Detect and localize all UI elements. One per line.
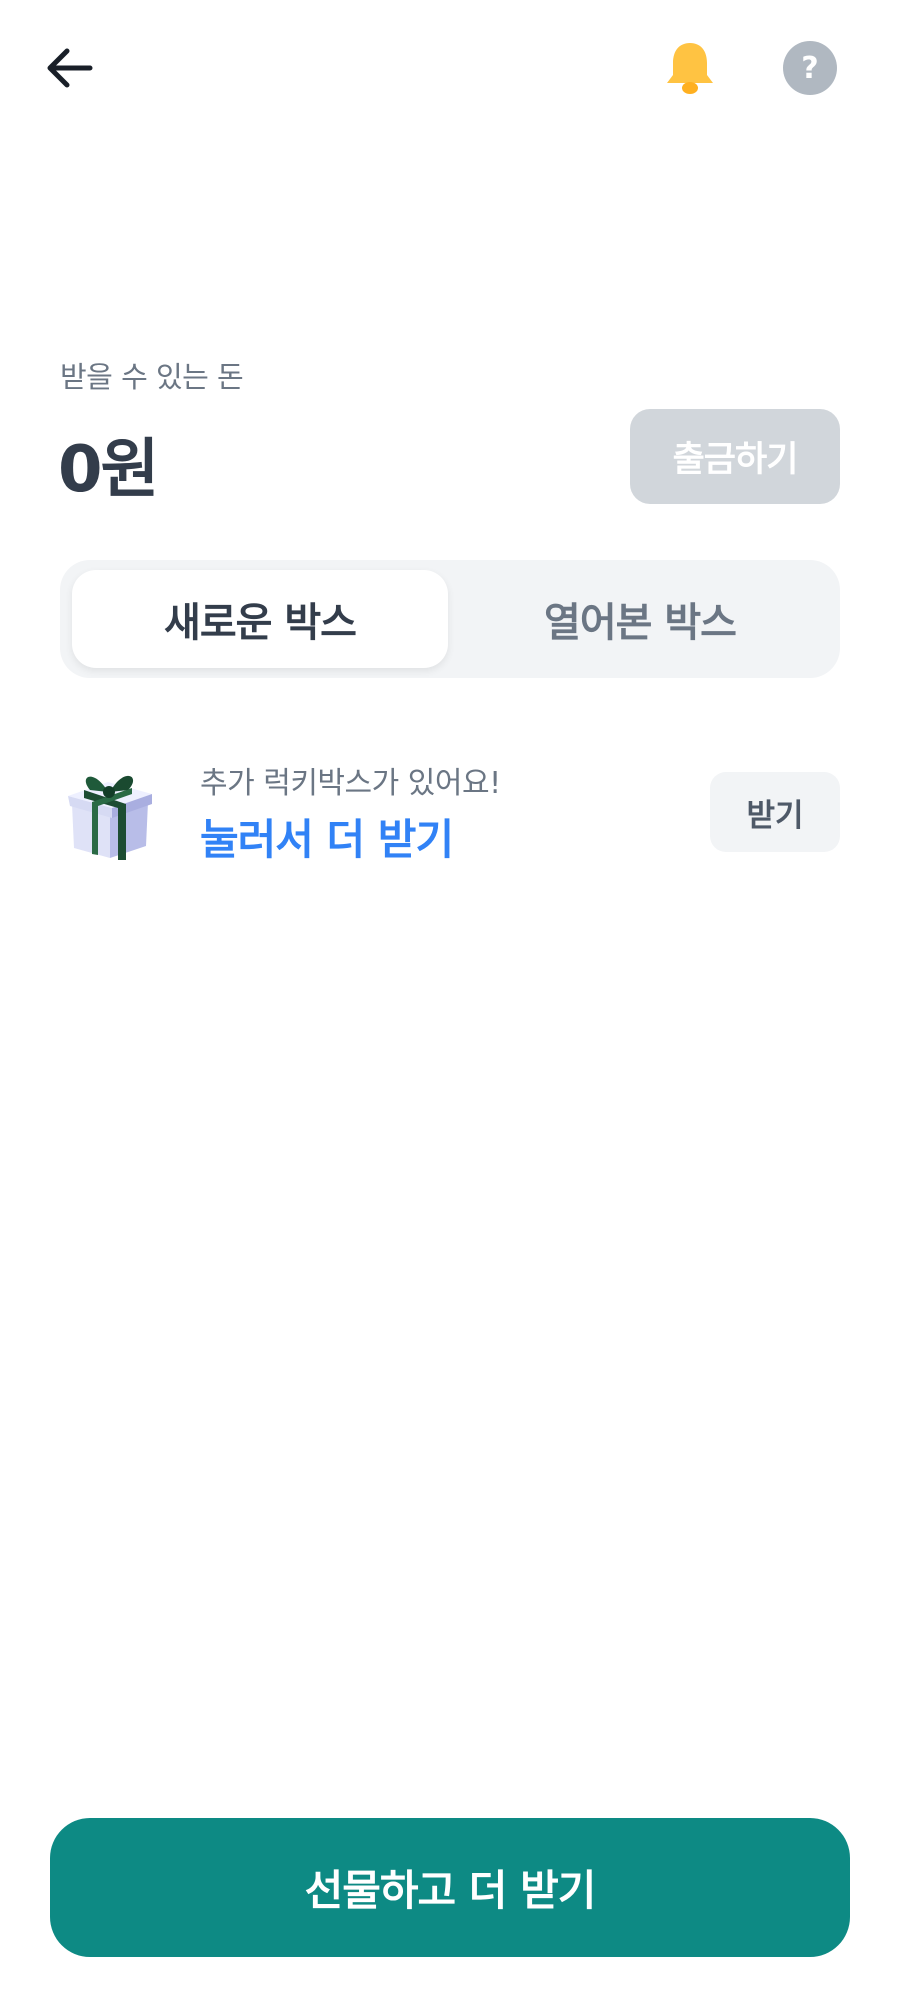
balance-amount: 0원	[58, 433, 159, 507]
arrow-left-icon	[47, 48, 93, 88]
balance-label: 받을 수 있는 돈	[60, 360, 244, 394]
gift-and-get-more-button[interactable]: 선물하고 더 받기	[50, 1818, 850, 1957]
lucky-box-page: ? 받을 수 있는 돈 0원 출금하기 새로운 박스 열어본 박스 추가 럭키박…	[0, 0, 900, 2002]
tab-new-box[interactable]: 새로운 박스	[72, 570, 448, 668]
notification-button[interactable]	[658, 36, 722, 100]
question-circle-icon: ?	[783, 41, 837, 95]
tab-opened-box[interactable]: 열어본 박스	[452, 570, 828, 668]
bell-icon	[667, 43, 713, 94]
gift-box-icon	[68, 775, 152, 860]
withdraw-button[interactable]: 출금하기	[630, 409, 840, 504]
help-button[interactable]: ?	[778, 36, 842, 100]
lucky-box-title: 눌러서 더 받기	[200, 815, 454, 864]
svg-text:?: ?	[801, 51, 818, 86]
back-button[interactable]	[38, 36, 102, 100]
extra-lucky-box-item[interactable]: 추가 럭키박스가 있어요! 눌러서 더 받기 받기	[60, 752, 840, 872]
box-tabs: 새로운 박스 열어본 박스	[60, 560, 840, 678]
receive-button[interactable]: 받기	[710, 772, 840, 852]
lucky-box-subtitle: 추가 럭키박스가 있어요!	[200, 766, 501, 801]
